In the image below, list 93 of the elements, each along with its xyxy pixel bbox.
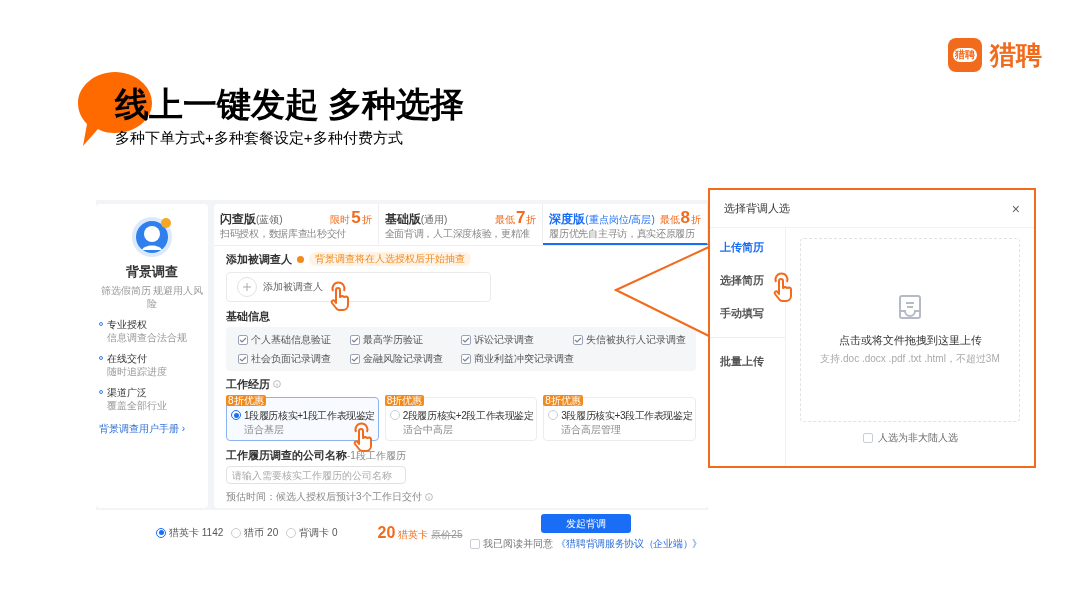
info-icon bbox=[273, 380, 281, 389]
option-title: 3段履历核实+3段工作表现鉴定 bbox=[561, 408, 693, 423]
discount-unit: 折 bbox=[526, 213, 537, 227]
check-label: 金融风险记录调查 bbox=[362, 352, 443, 366]
discount-badge: 8折优惠 bbox=[543, 394, 583, 406]
tab-title: 闪查版 bbox=[220, 211, 256, 228]
checkbox[interactable] bbox=[461, 334, 471, 345]
logo-badge-text: 猎聘 bbox=[953, 48, 977, 62]
option-title: 1段履历核实+1段工作表现鉴定 bbox=[244, 408, 375, 423]
discount-unit: 折 bbox=[361, 213, 372, 227]
option-description: 适合中高层 bbox=[402, 422, 454, 436]
option-description: 适合高层管理 bbox=[561, 422, 623, 436]
discount-value: 7 bbox=[515, 208, 526, 228]
upload-hint: 支持.doc .docx .pdf .txt .html，不超过3M bbox=[820, 351, 1000, 366]
discount-label: 最低 bbox=[659, 213, 680, 227]
dialog-menu-item[interactable]: 上传简历 bbox=[720, 240, 775, 255]
section-label: 工作履历调查的公司名称 bbox=[226, 447, 347, 463]
discount-label: 最低 bbox=[494, 213, 515, 227]
discount-value: 8 bbox=[680, 208, 690, 228]
feature-description: 随时追踪进度 bbox=[107, 364, 168, 378]
dialog-menu-item[interactable]: 批量上传 bbox=[720, 354, 775, 369]
option-description: 适合基层 bbox=[244, 422, 285, 436]
notice-badge: 背景调查将在人选授权后开始抽查 bbox=[309, 252, 471, 267]
discount-badge: 8折优惠 bbox=[384, 394, 425, 406]
estimate-text: 预估时间：候选人授权后预计3个工作日交付 bbox=[226, 490, 422, 504]
check-label: 最高学历验证 bbox=[362, 333, 423, 347]
agent-avatar-icon bbox=[131, 216, 173, 258]
feature-title: 渠道广泛 bbox=[107, 385, 147, 399]
discount-badge: 8折优惠 bbox=[226, 394, 266, 406]
add-candidate-label: 添加被调查人 bbox=[263, 280, 323, 294]
option-title: 2段履历核实+2段工作表现鉴定 bbox=[402, 408, 534, 423]
tab-title: 基础版 bbox=[384, 211, 421, 228]
tab-title: 深度版 bbox=[549, 211, 586, 228]
info-icon bbox=[424, 492, 433, 501]
check-label: 诉讼记录调查 bbox=[474, 333, 534, 347]
feature-description: 覆盖全部行业 bbox=[107, 398, 168, 412]
price-unit: 猎英卡 bbox=[398, 527, 429, 542]
check-label: 个人基础信息验证 bbox=[251, 333, 331, 347]
sidebar-slogan: 筛选假简历 规避用人风险 bbox=[99, 283, 205, 310]
company-input[interactable]: 请输入需要核实工作履历的公司名称 bbox=[226, 466, 406, 484]
payment-option: 背调卡 0 bbox=[299, 525, 338, 540]
checkbox[interactable] bbox=[349, 334, 360, 345]
checkbox-label: 人选为非大陆人选 bbox=[877, 431, 958, 445]
inbox-icon bbox=[899, 294, 921, 321]
checkbox[interactable] bbox=[470, 538, 481, 549]
submit-button[interactable]: 发起背调 bbox=[541, 514, 632, 533]
close-button[interactable]: × bbox=[1011, 201, 1020, 216]
sidebar-title: 背景调查 bbox=[125, 263, 179, 281]
dialog-menu-item[interactable]: 手动填写 bbox=[720, 306, 775, 321]
section-label: 工作经历 bbox=[226, 377, 270, 392]
tab-tag: (重点岗位/高层) bbox=[585, 212, 655, 227]
package-option[interactable]: 8折优惠 3段履历核实+3段工作表现鉴定 适合高层管理 bbox=[543, 396, 696, 441]
section-label: 添加被调查人 bbox=[226, 252, 292, 267]
check-label: 失信被执行人记录调查 bbox=[585, 333, 686, 347]
plan-tab[interactable]: 基础版(通用) 最低7折 全面背调，人工深度核验，更精准 bbox=[378, 204, 544, 245]
payment-option: 猎币 20 bbox=[244, 525, 279, 540]
checkbox[interactable] bbox=[862, 432, 873, 443]
feature-description: 信息调查合法合规 bbox=[107, 330, 188, 344]
checkbox[interactable] bbox=[349, 353, 360, 364]
hand-pointer-icon bbox=[351, 421, 374, 452]
discount-label: 限时 bbox=[330, 213, 351, 227]
tab-description: 全面背调，人工深度核验，更精准 bbox=[384, 228, 532, 240]
discount-value: 5 bbox=[351, 208, 361, 228]
package-option[interactable]: 8折优惠 2段履历核实+2段工作表现鉴定 适合中高层 bbox=[384, 396, 538, 441]
feature-title: 专业授权 bbox=[107, 317, 147, 331]
upload-title: 点击或将文件拖拽到这里上传 bbox=[838, 333, 982, 349]
hand-pointer-icon bbox=[772, 272, 794, 302]
logo-wordmark: 猎聘 bbox=[990, 42, 1042, 68]
section-label: 基础信息 bbox=[226, 308, 271, 324]
tab-description: 履历优先自主寻访，真实还原履历 bbox=[549, 228, 696, 240]
tab-tag: (蓝领) bbox=[256, 212, 283, 227]
feature-title: 在线交付 bbox=[107, 351, 147, 365]
tab-description: 扫码授权，数据库查出秒交付 bbox=[220, 228, 348, 240]
dialog-menu-item[interactable]: 选择简历 bbox=[720, 273, 775, 288]
check-label: 商业利益冲突记录调查 bbox=[474, 352, 574, 366]
agree-text: 我已阅读并同意 bbox=[483, 537, 554, 551]
checkbox[interactable] bbox=[572, 334, 583, 345]
original-price: 原价25 bbox=[431, 527, 463, 542]
agreement-link[interactable]: 《猎聘背调服务协议（企业端）》 bbox=[556, 536, 702, 551]
price-value: 20 bbox=[377, 522, 396, 543]
manual-link[interactable]: 背景调查用户手册 › bbox=[99, 421, 205, 435]
tab-tag: (通用) bbox=[420, 212, 448, 227]
hand-pointer-icon bbox=[329, 280, 351, 311]
payment-option: 猎英卡 1142 bbox=[169, 525, 224, 540]
slide-subtitle: 多种下单方式+多种套餐设定+多种付费方式 bbox=[115, 128, 404, 148]
checkbox[interactable] bbox=[461, 353, 471, 364]
discount-unit: 折 bbox=[691, 213, 701, 227]
check-label: 社会负面记录调查 bbox=[251, 352, 331, 366]
checkbox[interactable] bbox=[238, 334, 248, 345]
upload-dropzone[interactable]: 点击或将文件拖拽到这里上传 支持.doc .docx .pdf .txt .html，不超过3M bbox=[800, 238, 1020, 422]
checkbox[interactable] bbox=[238, 353, 248, 364]
plan-tab[interactable]: 闪查版(蓝领) 限时5折 扫码授权，数据库查出秒交付 bbox=[214, 204, 379, 245]
dialog-title: 选择背调人选 bbox=[724, 201, 790, 217]
